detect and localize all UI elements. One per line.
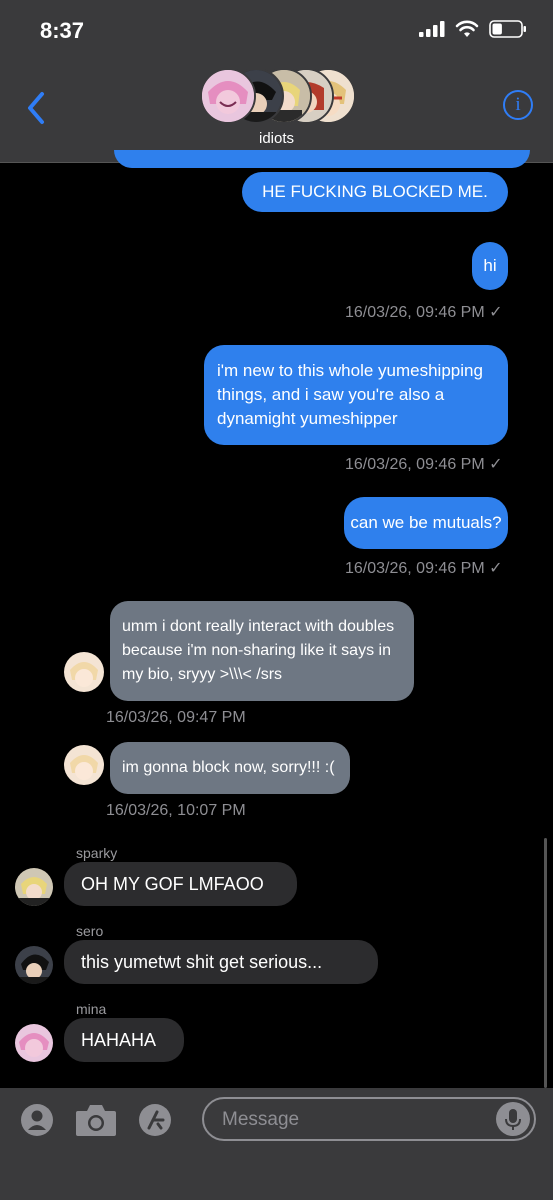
message-text: HAHAHA	[81, 1030, 157, 1050]
message-timestamp: 16/03/26, 09:46 PM ✓	[345, 304, 503, 321]
message-timestamp: 16/03/26, 09:46 PM ✓	[345, 560, 503, 577]
status-time: 8:37	[40, 18, 85, 43]
incoming-message-bubble[interactable]: OH MY GOF LMFAOO	[64, 862, 297, 906]
message-text: this yumetwt shit get serious...	[81, 952, 323, 972]
outgoing-message-bubble[interactable]: HE FUCKING BLOCKED ME.	[242, 172, 508, 212]
app-store-icon[interactable]	[138, 1103, 172, 1137]
battery-icon	[489, 20, 526, 38]
message-text-line: things, and i saw you're also a	[217, 385, 445, 404]
incoming-message-bubble[interactable]: this yumetwt shit get serious...	[64, 940, 378, 984]
status-bar: 8:37	[0, 0, 553, 60]
sender-avatar[interactable]	[15, 868, 53, 906]
message-timestamp: 16/03/26, 09:47 PM	[106, 709, 246, 726]
memoji-icon[interactable]	[20, 1103, 54, 1137]
message-text-line: i'm new to this whole yumeshipping	[217, 361, 483, 380]
sender-avatar[interactable]	[15, 1024, 53, 1062]
conversation-header: idiots i	[0, 60, 553, 163]
message-timestamp: 16/03/26, 09:46 PM ✓	[345, 456, 503, 473]
group-name[interactable]: idiots	[0, 130, 553, 147]
message-placeholder: Message	[222, 1109, 300, 1130]
sender-name: sero	[76, 923, 104, 939]
signal-icon	[419, 21, 445, 37]
contact-avatar[interactable]	[64, 652, 104, 692]
wifi-icon	[455, 20, 479, 37]
contact-avatar[interactable]	[64, 745, 104, 785]
status-icons	[419, 20, 527, 38]
previous-message-edge	[114, 150, 530, 168]
outgoing-message-bubble[interactable]: i'm new to this whole yumeshipping thing…	[204, 345, 508, 445]
outgoing-message-bubble[interactable]: hi	[472, 242, 508, 290]
message-text: HE FUCKING BLOCKED ME.	[262, 182, 488, 201]
message-text: OH MY GOF LMFAOO	[81, 874, 264, 894]
scrollbar[interactable]	[544, 838, 547, 1088]
camera-icon[interactable]	[74, 1102, 118, 1138]
message-text-line: umm i dont really interact with doubles	[122, 618, 395, 635]
incoming-message-bubble[interactable]: HAHAHA	[64, 1018, 184, 1062]
info-icon[interactable]: i	[503, 90, 533, 120]
message-field[interactable]: Message	[202, 1097, 536, 1141]
incoming-message-bubble[interactable]: im gonna block now, sorry!!! :(	[110, 742, 350, 794]
message-input-bar: Message	[0, 1088, 553, 1200]
message-text: can we be mutuals?	[350, 513, 502, 532]
incoming-message-bubble[interactable]: umm i dont really interact with doubles …	[110, 601, 414, 701]
message-text: im gonna block now, sorry!!! :(	[122, 759, 335, 776]
message-timestamp: 16/03/26, 10:07 PM	[106, 802, 246, 819]
sender-avatar[interactable]	[15, 946, 53, 984]
message-text: hi	[483, 256, 497, 275]
group-avatar-1	[200, 68, 256, 124]
message-text-line: my bio, sryyy >\\\< /srs	[122, 666, 283, 683]
group-avatars[interactable]	[200, 68, 356, 124]
microphone-icon[interactable]	[496, 1102, 530, 1136]
back-chevron-icon[interactable]	[22, 88, 50, 128]
message-text-line: because i'm non-sharing like it says in	[122, 642, 391, 659]
outgoing-message-bubble[interactable]: can we be mutuals?	[344, 497, 508, 549]
sender-name: mina	[76, 1001, 107, 1017]
sender-name: sparky	[76, 845, 118, 861]
message-text-line: dynamight yumeshipper	[217, 409, 398, 428]
